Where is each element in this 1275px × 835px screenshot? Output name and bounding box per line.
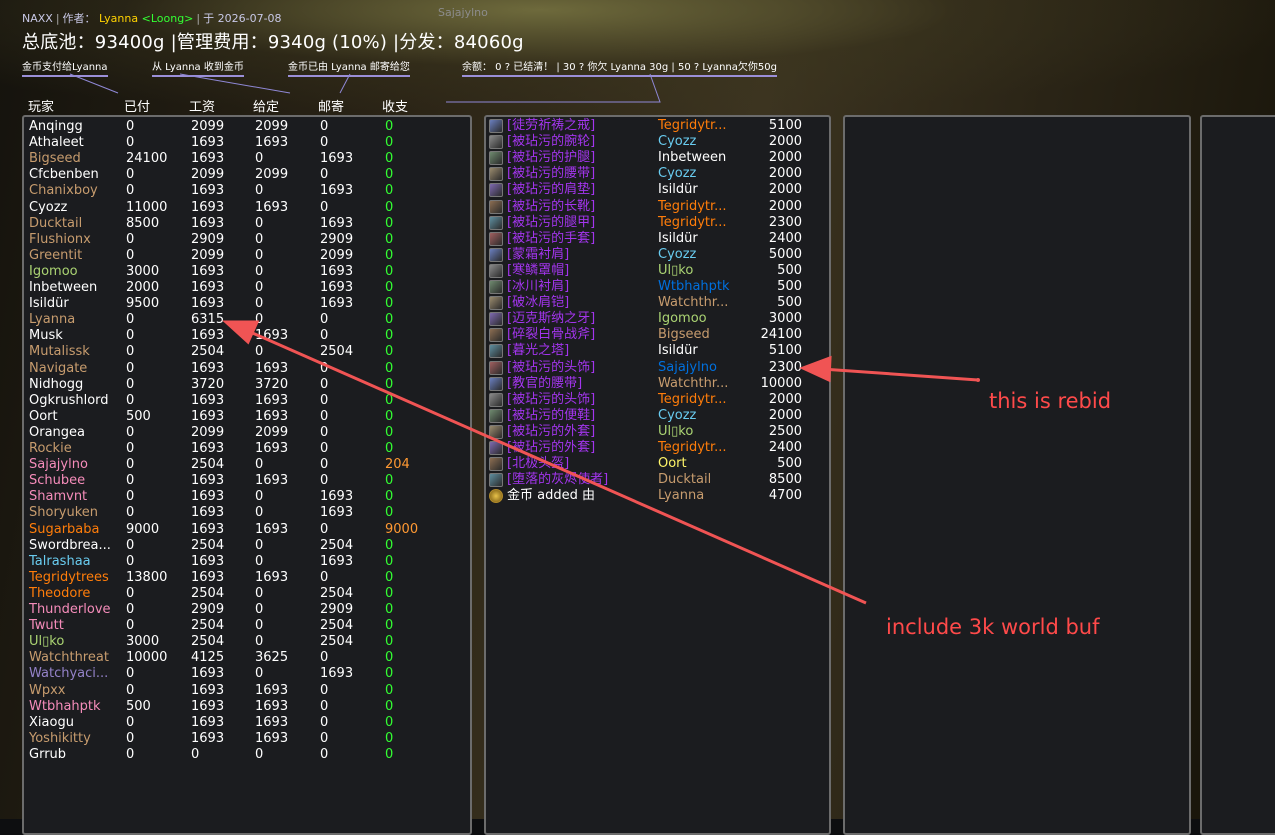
legend-pointer-mailed (339, 73, 351, 94)
arrow-rebid (821, 367, 979, 382)
arrow-rebid-tail (976, 378, 980, 382)
legend-pointer-paid (69, 73, 119, 94)
arrow-rebid-head (799, 355, 832, 383)
annotation-rebid: this is rebid (989, 389, 1112, 413)
annotation-world-buff: include 3k world buf (886, 615, 1100, 639)
arrow-world-buff (247, 329, 867, 605)
legend-pointer-given (179, 73, 291, 94)
arrow-world-buff-head (222, 320, 260, 345)
legend-pointer-balance (446, 73, 661, 103)
